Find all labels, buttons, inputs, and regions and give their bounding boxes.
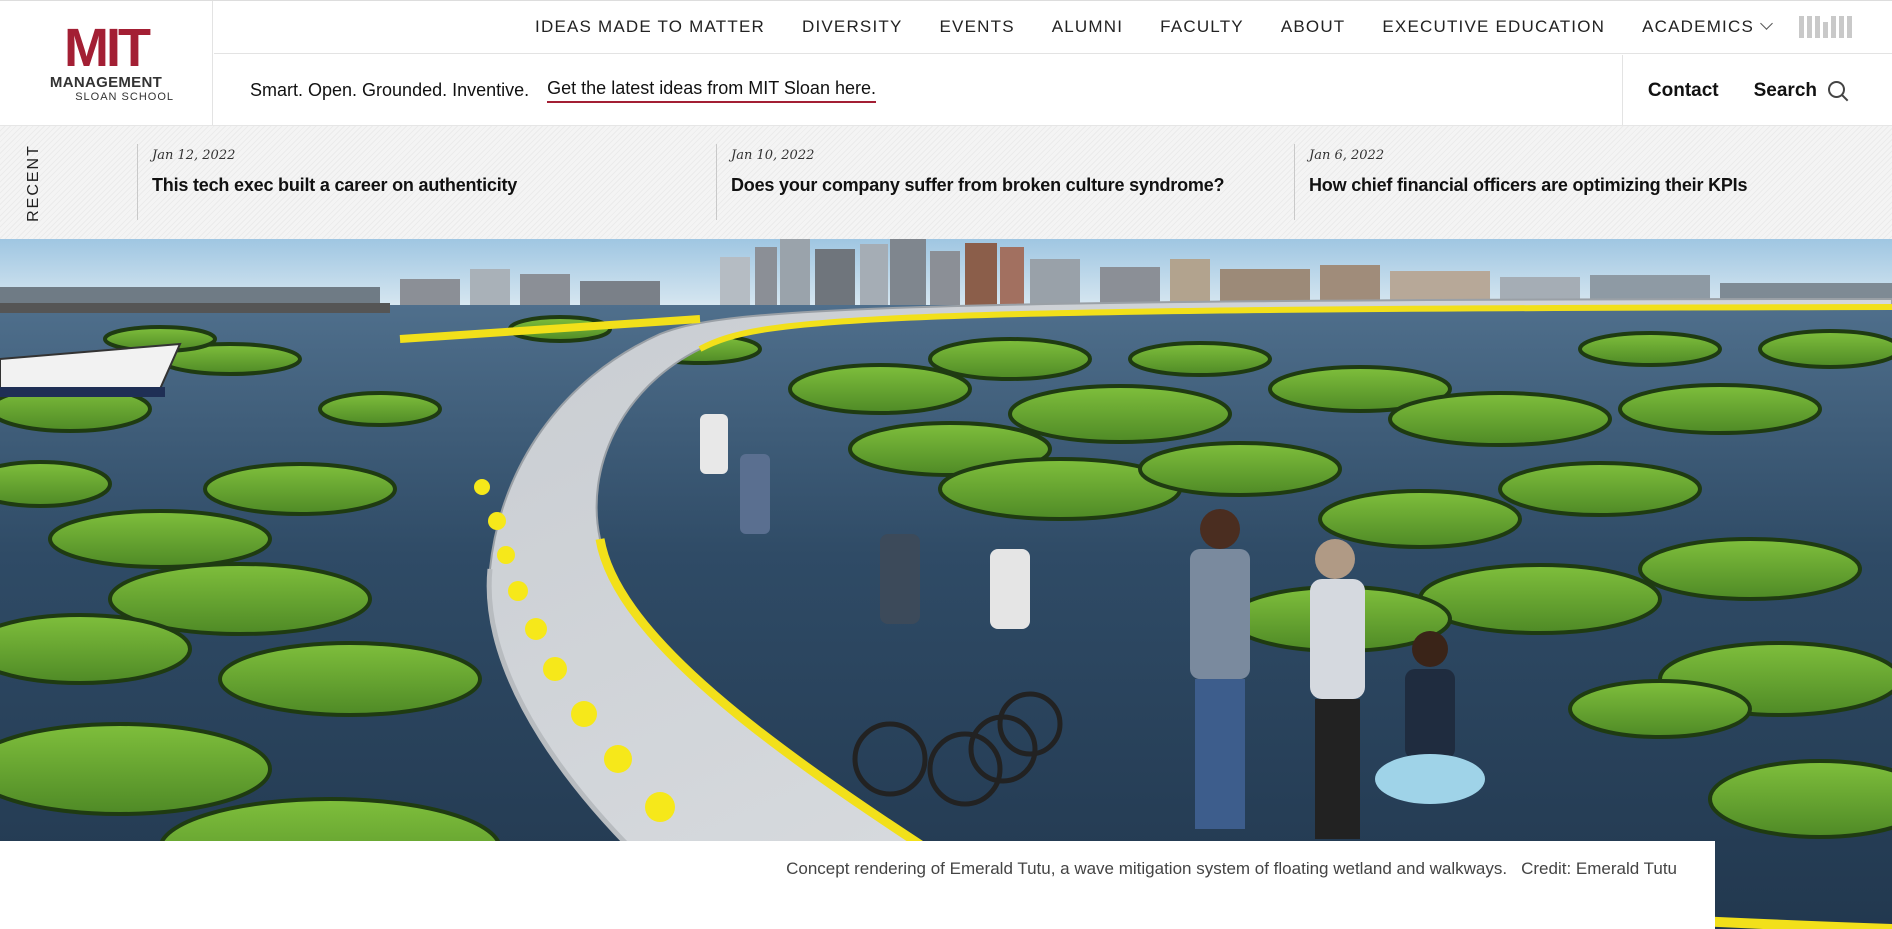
search-icon[interactable] [1827, 80, 1849, 102]
nav-ideas-made-to-matter[interactable]: IDEAS MADE TO MATTER [535, 17, 765, 37]
nav-academics[interactable]: ACADEMICS [1642, 17, 1773, 37]
nav-academics-label: ACADEMICS [1642, 17, 1754, 36]
mit-sloan-logo[interactable]: MIT MANAGEMENT SLOAN SCHOOL [0, 1, 213, 126]
nav-diversity[interactable]: DIVERSITY [802, 17, 903, 37]
recent-label: RECENT [14, 138, 54, 228]
tagline: Smart. Open. Grounded. Inventive. [250, 80, 530, 100]
article-title[interactable]: How chief financial officers are optimiz… [1309, 175, 1747, 196]
hero-image [0, 239, 1892, 929]
article-date: Jan 10, 2022 [731, 148, 815, 163]
sub-bar: Smart. Open. Grounded. Inventive. Get th… [214, 55, 1892, 126]
caption-credit: Credit: Emerald Tutu [1521, 859, 1677, 878]
hero-caption: Concept rendering of Emerald Tutu, a wav… [0, 841, 1715, 929]
nav-faculty[interactable]: FACULTY [1160, 17, 1244, 37]
site-header: MIT MANAGEMENT SLOAN SCHOOL IDEAS MADE T… [0, 0, 1892, 126]
logo-mit-wordmark: MIT [64, 18, 151, 78]
contact-link[interactable]: Contact [1648, 80, 1719, 102]
article-title[interactable]: This tech exec built a career on authent… [152, 175, 517, 196]
recent-label-text: RECENT [25, 144, 42, 222]
article-date: Jan 6, 2022 [1309, 148, 1385, 163]
chevron-down-icon [1760, 17, 1773, 30]
latest-ideas-link[interactable]: Get the latest ideas from MIT Sloan here… [547, 78, 876, 103]
mit-logo-icon[interactable] [1799, 16, 1852, 38]
article-date: Jan 12, 2022 [152, 148, 236, 163]
emerald-tutu-rendering [0, 239, 1892, 929]
nav-events[interactable]: EVENTS [940, 17, 1015, 37]
caption-description: Concept rendering of Emerald Tutu, a wav… [786, 859, 1508, 878]
logo-sloan-school: SLOAN SCHOOL [75, 91, 174, 103]
top-navigation: IDEAS MADE TO MATTER DIVERSITY EVENTS AL… [214, 1, 1892, 54]
recent-article[interactable]: Jan 10, 2022 Does your company suffer fr… [716, 144, 1225, 220]
recent-article[interactable]: Jan 6, 2022 How chief financial officers… [1294, 144, 1747, 220]
recent-articles-bar: RECENT Jan 12, 2022 This tech exec built… [0, 125, 1892, 239]
caption-text: Concept rendering of Emerald Tutu, a wav… [786, 859, 1677, 879]
article-title[interactable]: Does your company suffer from broken cul… [731, 175, 1225, 196]
utility-nav: Contact Search [1622, 55, 1892, 126]
nav-executive-education[interactable]: EXECUTIVE EDUCATION [1382, 17, 1605, 37]
nav-alumni[interactable]: ALUMNI [1052, 17, 1123, 37]
search-button[interactable]: Search [1754, 80, 1817, 102]
recent-article[interactable]: Jan 12, 2022 This tech exec built a care… [137, 144, 517, 220]
nav-about[interactable]: ABOUT [1281, 17, 1346, 37]
